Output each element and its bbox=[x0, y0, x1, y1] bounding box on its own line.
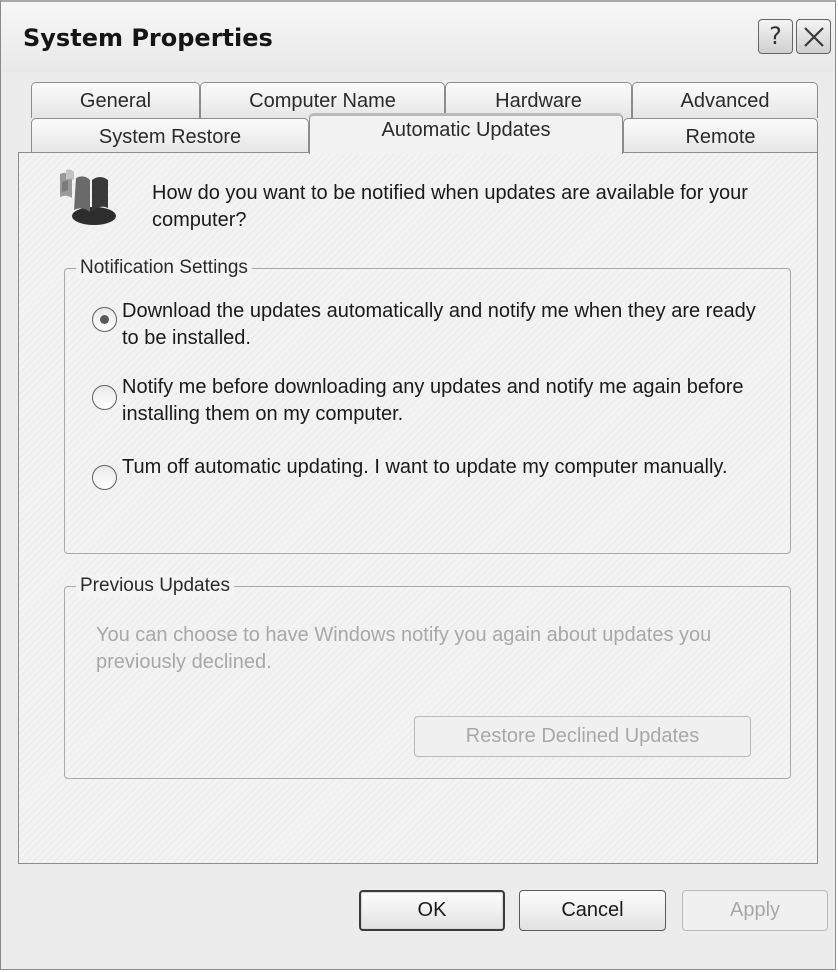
previous-updates-description: You can choose to have Windows notify yo… bbox=[96, 624, 712, 673]
cancel-button[interactable]: Cancel bbox=[519, 890, 666, 931]
radio-button[interactable] bbox=[92, 385, 117, 410]
restore-declined-updates-button[interactable]: Restore Declined Updates bbox=[414, 716, 751, 757]
tab-remote[interactable]: Remote bbox=[623, 118, 818, 153]
previous-updates-legend: Previous Updates bbox=[76, 575, 234, 597]
tab-automatic-updates[interactable]: Automatic Updates bbox=[309, 113, 623, 154]
tab-system-restore[interactable]: System Restore bbox=[31, 118, 309, 153]
notification-settings-legend: Notification Settings bbox=[76, 257, 252, 279]
help-button[interactable]: ? bbox=[758, 19, 793, 54]
apply-button[interactable]: Apply bbox=[682, 890, 828, 931]
radio-button[interactable] bbox=[92, 465, 117, 490]
window-title: System Properties bbox=[23, 24, 273, 52]
option-label: Notify me before downloading any updates… bbox=[122, 376, 744, 425]
option-label: Download the updates automatically and n… bbox=[122, 300, 756, 349]
tab-general[interactable]: General bbox=[31, 82, 200, 118]
option-label: Tum off automatic updating. I want to up… bbox=[122, 456, 728, 478]
radio-button-selected[interactable] bbox=[92, 307, 117, 332]
tab-advanced[interactable]: Advanced bbox=[632, 82, 818, 118]
close-icon bbox=[804, 27, 824, 47]
title-bar[interactable]: System Properties ? bbox=[1, 2, 835, 72]
ok-button[interactable]: OK bbox=[359, 890, 505, 931]
notification-question: How do you want to be notified when upda… bbox=[152, 182, 748, 231]
automatic-updates-icon bbox=[60, 169, 116, 225]
close-button[interactable] bbox=[796, 19, 831, 54]
